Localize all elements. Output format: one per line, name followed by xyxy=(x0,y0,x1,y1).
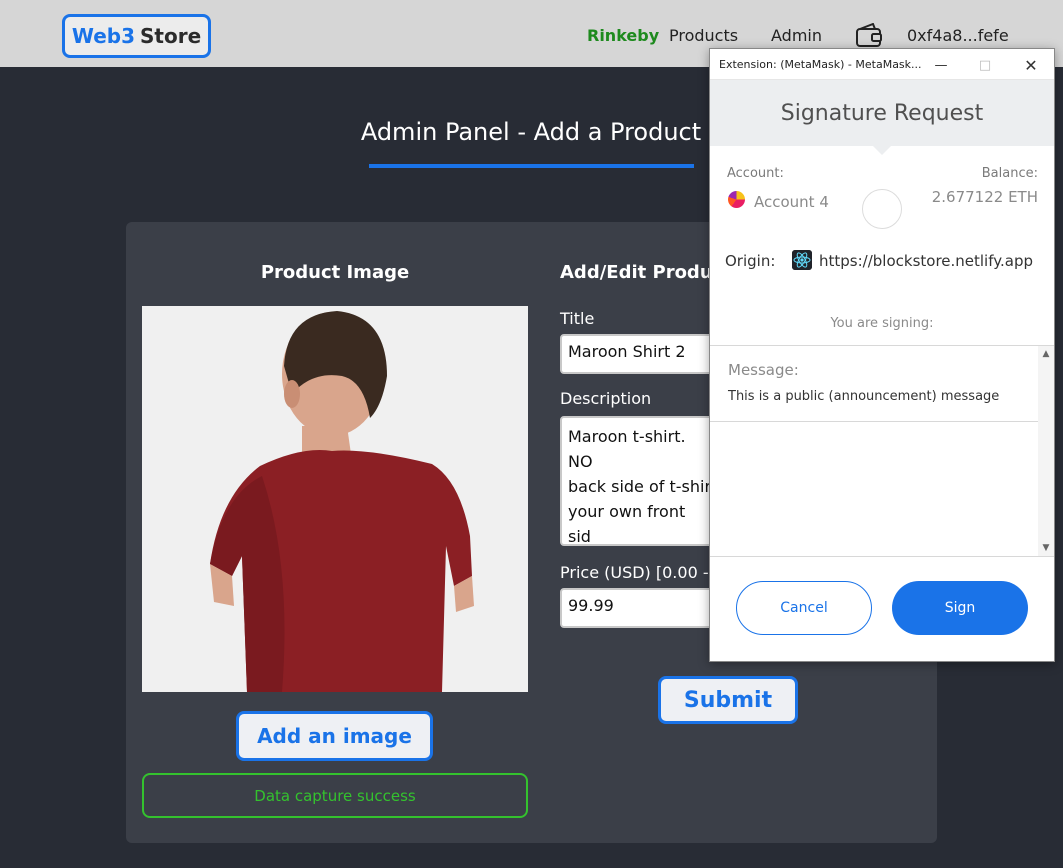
balance-label: Balance: xyxy=(981,166,1038,181)
account-label: Account: xyxy=(727,166,784,181)
balance-value: 2.677122 ETH xyxy=(931,188,1038,206)
page-title: Admin Panel - Add a Product xyxy=(360,118,702,146)
description-line: Maroon t-shirt. NO xyxy=(568,427,686,471)
signature-request-title: Signature Request xyxy=(780,101,984,126)
account-name: Account 4 xyxy=(754,193,829,211)
submit-button[interactable]: Submit xyxy=(658,676,798,724)
message-text: This is a public (announcement) message xyxy=(728,389,1000,404)
logo-store-text: Store xyxy=(140,24,202,48)
identicon-placeholder xyxy=(862,189,902,229)
account-address[interactable]: 0xf4a8...fefe xyxy=(907,26,1009,45)
title-label: Title xyxy=(560,309,595,328)
network-label: Rinkeby xyxy=(587,26,660,45)
you-are-signing-label: You are signing: xyxy=(830,316,934,331)
wallet-icon[interactable] xyxy=(855,23,883,49)
metamask-popup: Extension: (MetaMask) - MetaMask... — □ … xyxy=(709,48,1055,662)
product-image xyxy=(142,306,528,692)
message-scrollbar[interactable]: ▲ ▼ xyxy=(1038,346,1054,556)
price-label: Price (USD) [0.00 - xyxy=(560,563,709,582)
scroll-up-icon[interactable]: ▲ xyxy=(1038,346,1054,362)
react-site-icon xyxy=(792,250,812,270)
title-input[interactable]: Maroon Shirt 2 xyxy=(560,334,720,374)
title-underline xyxy=(369,164,694,168)
description-textarea[interactable]: Maroon t-shirt. NO back side of t-shir y… xyxy=(560,416,720,546)
account-avatar-icon xyxy=(728,191,745,208)
price-input[interactable]: 99.99 xyxy=(560,588,720,628)
description-line: your own front sid xyxy=(568,502,686,546)
scroll-down-icon[interactable]: ▼ xyxy=(1038,540,1054,556)
add-edit-product-heading: Add/Edit Produc xyxy=(560,262,724,283)
logo-web3-text: Web3 xyxy=(71,24,135,48)
close-icon[interactable]: ✕ xyxy=(1018,54,1044,76)
product-image-heading: Product Image xyxy=(260,262,410,283)
nav-admin-link[interactable]: Admin xyxy=(771,26,822,45)
sign-button[interactable]: Sign xyxy=(892,581,1028,635)
message-divider xyxy=(710,421,1038,422)
metamask-titlebar: Extension: (MetaMask) - MetaMask... — □ … xyxy=(710,49,1054,80)
header-notch xyxy=(872,145,892,155)
metamask-window-title: Extension: (MetaMask) - MetaMask... xyxy=(719,58,922,71)
origin-label: Origin: xyxy=(725,252,776,270)
description-line: back side of t-shir xyxy=(568,477,712,496)
cancel-button[interactable]: Cancel xyxy=(736,581,872,635)
description-label: Description xyxy=(560,389,652,408)
minimize-icon[interactable]: — xyxy=(928,54,954,76)
origin-url: https://blockstore.netlify.app xyxy=(819,252,1033,270)
data-capture-status: Data capture success xyxy=(142,773,528,818)
maximize-icon[interactable]: □ xyxy=(972,54,998,76)
nav-products-link[interactable]: Products xyxy=(669,26,738,45)
message-label: Message: xyxy=(728,361,799,379)
add-image-button[interactable]: Add an image xyxy=(236,711,433,761)
message-box[interactable]: Message: This is a public (announcement)… xyxy=(710,345,1054,557)
store-logo[interactable]: Web3 Store xyxy=(62,14,211,58)
product-photo-shirt xyxy=(142,306,528,692)
